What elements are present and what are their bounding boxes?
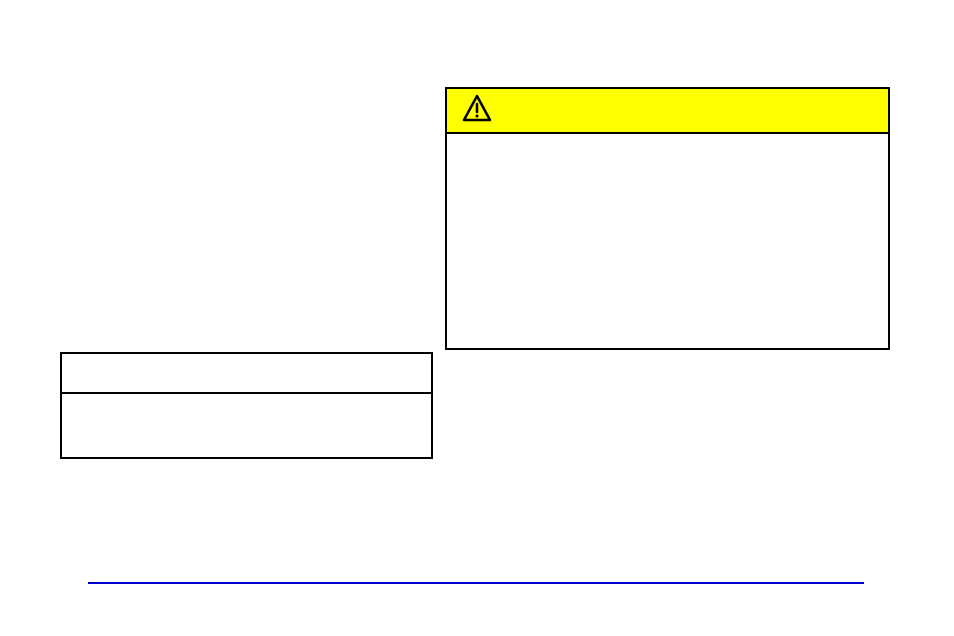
two-row-table [60,352,433,459]
warning-panel [445,87,890,350]
warning-body [447,134,888,348]
warning-header [447,89,888,134]
warning-triangle-icon [462,94,492,127]
table-row [62,394,431,457]
horizontal-divider [88,582,864,584]
table-row [62,354,431,394]
